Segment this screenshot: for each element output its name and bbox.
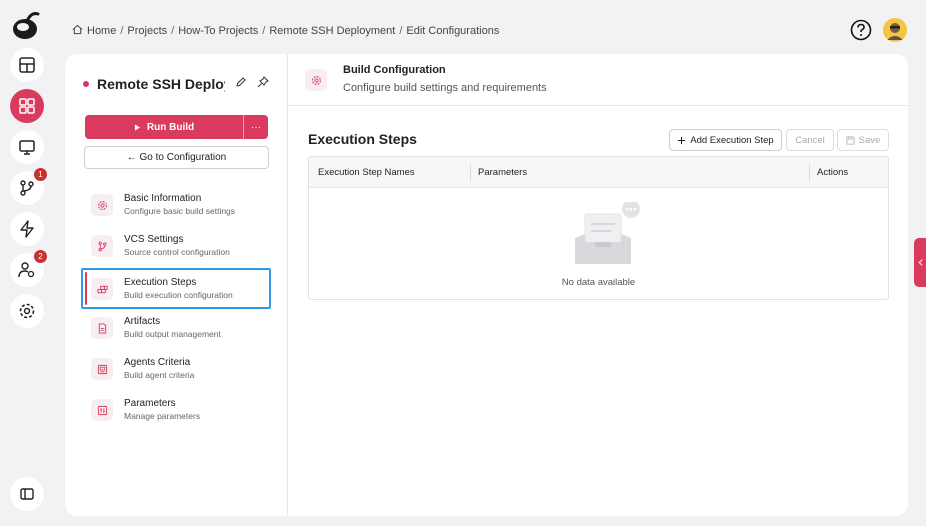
breadcrumb-separator: / [399, 25, 403, 37]
help-icon [850, 19, 872, 41]
gear-icon [97, 200, 107, 210]
left-rail: 1 2 [0, 0, 52, 526]
rail-settings-button[interactable] [10, 294, 44, 328]
add-execution-step-button[interactable]: Add Execution Step [669, 129, 782, 151]
nav-item-title: Agents Criteria [124, 357, 191, 368]
save-button[interactable]: Save [837, 129, 889, 151]
run-build-more-button[interactable]: ··· [244, 115, 268, 139]
run-build-label: Run Build [146, 121, 195, 133]
dashboard-icon [19, 57, 35, 73]
monitor-icon [19, 140, 35, 155]
go-to-configuration-button[interactable]: ← Go to Configuration [84, 146, 269, 169]
run-build-button[interactable]: Run Build [85, 115, 244, 139]
file-icon [98, 322, 106, 334]
nav-item-subtitle: Source control configuration [124, 247, 230, 257]
nav-item-title: Basic Information [124, 193, 202, 204]
empty-inbox-icon [571, 200, 643, 268]
breadcrumb-separator: / [120, 25, 124, 37]
project-name: Remote SSH Deployment [97, 76, 225, 92]
git-branch-icon [98, 241, 106, 251]
config-nav: Basic Information Configure basic build s… [81, 186, 271, 432]
status-dot [83, 81, 89, 87]
column-header-step-names: Execution Step Names [318, 167, 415, 178]
nav-item-title: Artifacts [124, 316, 161, 327]
sidebar-toggle-icon [20, 488, 34, 500]
nav-item-parameters[interactable]: Parameters Manage parameters [83, 391, 271, 432]
help-button[interactable] [850, 19, 872, 41]
nav-item-subtitle: Configure basic build settings [124, 206, 236, 216]
run-build-split-button: Run Build ··· [85, 115, 268, 139]
edit-icon[interactable] [235, 76, 247, 88]
play-icon [134, 123, 141, 131]
sidebar-toggle-button[interactable] [10, 477, 44, 511]
nav-item-agents-criteria[interactable]: Agents Criteria Build agent criteria [83, 350, 271, 391]
nav-item-execution-steps[interactable]: Execution Steps Build execution configura… [81, 268, 271, 309]
config-sidebar: Remote SSH Deployment Run Build ··· ← Go… [65, 54, 288, 516]
breadcrumb-how-to-projects[interactable]: How-To Projects [178, 25, 258, 37]
nav-item-title: Parameters [124, 398, 176, 409]
agent-icon [97, 364, 107, 374]
plus-icon [678, 136, 686, 144]
avatar[interactable] [883, 18, 907, 42]
pin-icon[interactable] [257, 76, 269, 88]
nav-item-title: Execution Steps [124, 277, 197, 288]
user-settings-icon [18, 262, 35, 278]
nav-item-basic-information[interactable]: Basic Information Configure basic build s… [83, 186, 271, 227]
breadcrumb-remote-ssh[interactable]: Remote SSH Deployment [269, 25, 395, 37]
table-header: Execution Step Names Parameters Actions [309, 157, 888, 188]
lightning-icon [20, 220, 34, 238]
breadcrumb-projects[interactable]: Projects [127, 25, 167, 37]
nav-item-vcs-settings[interactable]: VCS Settings Source control configuration [83, 227, 271, 268]
rail-user-settings-button[interactable]: 2 [10, 250, 47, 287]
add-execution-step-label: Add Execution Step [690, 134, 774, 146]
nav-item-subtitle: Build execution configuration [124, 290, 233, 300]
breadcrumb-separator: / [171, 25, 175, 37]
breadcrumb-current: Edit Configurations [406, 25, 500, 37]
rail-lightning-button[interactable] [10, 212, 44, 246]
breadcrumb-separator: / [262, 25, 266, 37]
nav-item-title: VCS Settings [124, 234, 184, 245]
rail-monitor-button[interactable] [10, 130, 44, 164]
section-title: Execution Steps [308, 131, 417, 147]
notification-badge: 1 [34, 168, 47, 181]
project-title: Remote SSH Deployment [83, 76, 225, 92]
rail-dashboard-button[interactable] [10, 48, 44, 82]
side-panel-toggle[interactable] [914, 238, 926, 287]
gear-icon [19, 303, 35, 319]
column-header-parameters: Parameters [478, 167, 528, 178]
main-card: Remote SSH Deployment Run Build ··· ← Go… [65, 54, 908, 516]
apps-grid-icon [19, 98, 35, 114]
column-header-actions: Actions [817, 167, 849, 178]
save-label: Save [858, 134, 881, 146]
nav-item-subtitle: Build agent criteria [124, 370, 195, 380]
nav-item-subtitle: Manage parameters [124, 411, 201, 421]
gear-icon [311, 75, 321, 85]
nav-item-artifacts[interactable]: Artifacts Build output management [83, 309, 271, 350]
steps-icon [96, 285, 108, 293]
column-divider [470, 164, 471, 181]
content-panel: Build Configuration Configure build sett… [289, 54, 908, 516]
nav-item-subtitle: Build output management [124, 329, 221, 339]
app-logo-icon[interactable] [10, 10, 42, 42]
content-header: Build Configuration Configure build sett… [289, 54, 908, 106]
parameters-icon [97, 405, 107, 415]
home-icon [72, 24, 83, 38]
cancel-button[interactable]: Cancel [786, 129, 834, 151]
project-actions [235, 76, 269, 88]
git-branch-icon [20, 180, 34, 196]
header-subtitle: Configure build settings and requirement… [343, 82, 547, 94]
rail-apps-button[interactable] [10, 89, 44, 123]
header-title: Build Configuration [343, 64, 446, 76]
notification-badge: 2 [34, 250, 47, 263]
empty-state-text: No data available [561, 277, 636, 288]
breadcrumb-home[interactable]: Home [87, 25, 116, 37]
rail-git-button[interactable]: 1 [10, 168, 47, 205]
execution-steps-table: Execution Step Names Parameters Actions … [308, 156, 889, 300]
chevron-left-icon [918, 259, 923, 266]
breadcrumb: Home / Projects / How-To Projects / Remo… [72, 24, 499, 38]
column-divider [809, 164, 810, 181]
save-icon [846, 135, 855, 145]
